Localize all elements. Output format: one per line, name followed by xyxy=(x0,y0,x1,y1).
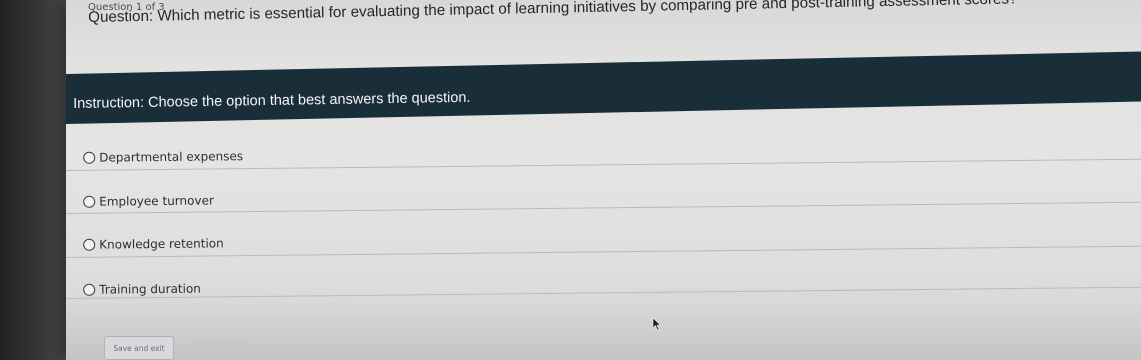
screen: Question 1 of 3 Question: Which metric i… xyxy=(0,0,1141,360)
radio-button[interactable] xyxy=(83,283,96,296)
option-label: Knowledge retention xyxy=(99,236,224,252)
option-label: Departmental expenses xyxy=(99,149,244,165)
mouse-cursor-icon xyxy=(652,317,662,331)
option-label: Training duration xyxy=(99,281,201,297)
submit-answer-button[interactable]: Submit answer xyxy=(195,337,247,345)
save-and-exit-button[interactable]: Save and exit xyxy=(104,336,174,360)
option-label: Employee turnover xyxy=(99,193,214,209)
radio-button[interactable] xyxy=(83,238,96,251)
radio-button[interactable] xyxy=(83,151,96,164)
radio-button[interactable] xyxy=(83,195,96,208)
